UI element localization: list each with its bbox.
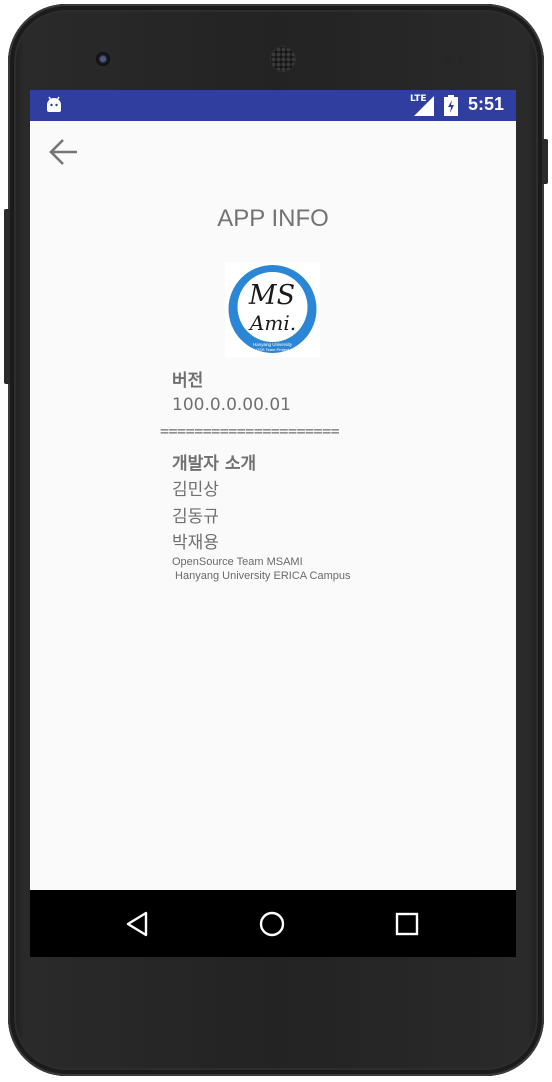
status-bar: LTE 5:51 xyxy=(30,90,516,121)
developer-name: 김동규 xyxy=(172,507,219,527)
battery-charging-icon xyxy=(444,95,458,116)
power-button xyxy=(542,139,548,184)
back-arrow-icon[interactable] xyxy=(48,136,80,168)
svg-text:OSS Team Project: OSS Team Project xyxy=(256,347,290,352)
earpiece-speaker xyxy=(271,47,295,71)
app-screen: LTE 5:51 APP INFO MS Ami. Hanyang Univer… xyxy=(30,90,516,957)
developer-name: 김민상 xyxy=(172,480,219,500)
team-name: OpenSource Team MSAMI xyxy=(172,556,303,568)
back-triangle-icon[interactable] xyxy=(124,910,152,938)
divider-line: ===================== xyxy=(160,422,340,440)
version-label: 버전 xyxy=(172,371,204,391)
recents-square-icon[interactable] xyxy=(393,910,421,938)
android-debug-icon xyxy=(47,96,61,112)
light-sensor xyxy=(458,56,465,63)
status-time: 5:51 xyxy=(468,94,505,114)
proximity-sensor xyxy=(444,56,451,63)
signal-icon xyxy=(414,96,434,116)
version-value: 100.0.0.00.01 xyxy=(172,395,291,415)
page-title: APP INFO xyxy=(217,205,329,232)
developer-name: 박재용 xyxy=(172,533,219,553)
app-logo: MS Ami. Hanyang University OSS Team Proj… xyxy=(225,262,320,357)
volume-button xyxy=(4,209,10,384)
svg-text:MS: MS xyxy=(248,280,295,311)
navigation-bar xyxy=(30,890,516,957)
front-camera xyxy=(96,52,110,66)
home-circle-icon[interactable] xyxy=(258,910,286,938)
svg-text:Ami.: Ami. xyxy=(248,311,296,335)
developers-label: 개발자 소개 xyxy=(172,454,257,474)
team-campus: Hanyang University ERICA Campus xyxy=(172,570,351,582)
